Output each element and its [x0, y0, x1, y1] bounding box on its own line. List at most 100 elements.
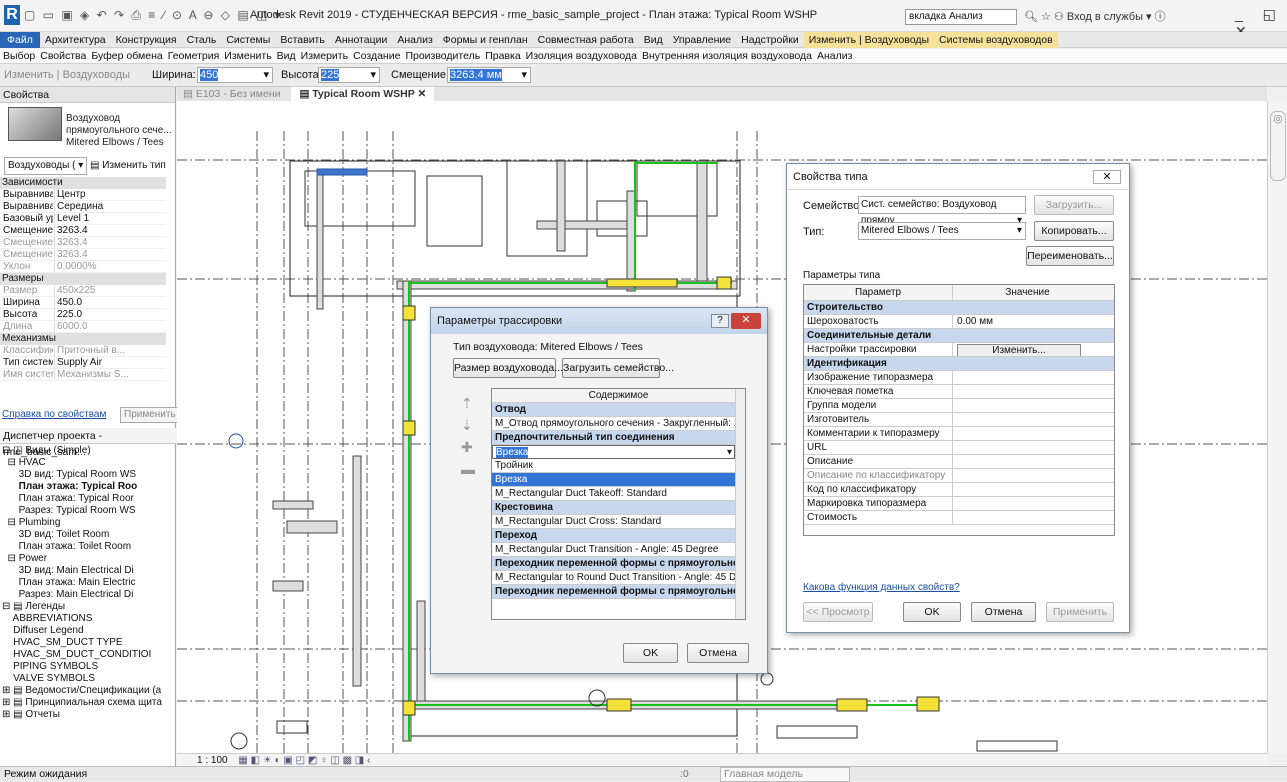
- type-param-row[interactable]: Описание: [804, 455, 1114, 469]
- duct-sizes-button[interactable]: Размер воздуховода...: [453, 358, 563, 378]
- add-row-icon[interactable]: ✚: [461, 436, 475, 458]
- type-param-row[interactable]: Стоимость: [804, 511, 1114, 525]
- dropdown-option[interactable]: Тройник: [492, 459, 735, 473]
- routing-ok-button[interactable]: OK: [623, 643, 678, 663]
- property-row[interactable]: Ширина 450.0: [0, 297, 166, 309]
- view-control-icons[interactable]: ▦ ◧ ☀ ◐ ▣ ◰ ◩ ♀ ◫ ▩ ◨ ‹: [238, 755, 370, 766]
- type-cancel-button[interactable]: Отмена: [971, 602, 1036, 622]
- ribbon-tab-4[interactable]: Системы: [221, 32, 275, 48]
- type-param-row[interactable]: Описание по классификатору: [804, 469, 1114, 483]
- browser-item[interactable]: PIPING SYMBOLS: [2, 661, 164, 673]
- type-param-value[interactable]: [952, 399, 1082, 412]
- type-param-value[interactable]: [952, 455, 1082, 468]
- ribbon-panel-3[interactable]: Геометрия: [168, 50, 220, 62]
- browser-item[interactable]: 3D вид: Main Electrical Di: [2, 565, 164, 577]
- property-value[interactable]: Level 1: [54, 213, 148, 224]
- ribbon-tab-10[interactable]: Вид: [639, 32, 668, 48]
- ribbon-tab-5[interactable]: Вставить: [275, 32, 330, 48]
- type-param-row[interactable]: Код по классификатору: [804, 483, 1114, 497]
- steering-wheel-icon[interactable]: ◎: [1270, 111, 1286, 181]
- browser-item[interactable]: ⊞ ▤ Принципиальная схема щита: [2, 697, 164, 709]
- property-row[interactable]: Классификац...Приточный в...: [0, 345, 166, 357]
- type-param-value[interactable]: [952, 511, 1082, 524]
- help-icon[interactable]: ⓘ: [1155, 11, 1166, 23]
- help-search-input[interactable]: вкладка Анализ: [905, 9, 1017, 25]
- dropdown-arrow-icon[interactable]: ▾: [727, 446, 732, 458]
- ribbon-panel-9[interactable]: Правка: [485, 50, 520, 62]
- delete-row-icon[interactable]: ▬: [461, 458, 475, 480]
- family-select[interactable]: Сист. семейство: Воздуховод прямоу ▾: [858, 196, 1026, 226]
- help-icon[interactable]: ?: [711, 314, 729, 328]
- browser-item[interactable]: 3D вид: Toilet Room: [2, 529, 164, 541]
- properties-help-link[interactable]: Справка по свойствам: [2, 409, 106, 420]
- browser-item[interactable]: 3D вид: Typical Room WS: [2, 469, 164, 481]
- copy-button[interactable]: Копировать...: [1034, 221, 1114, 241]
- properties-section[interactable]: Зависимости: [0, 177, 166, 189]
- type-param-value[interactable]: 0.00 мм: [952, 315, 1082, 328]
- type-param-row[interactable]: Маркировка типоразмера: [804, 497, 1114, 511]
- property-row[interactable]: Базовый уро...Level 1: [0, 213, 166, 225]
- browser-item[interactable]: Diffuser Legend: [2, 625, 164, 637]
- revit-logo[interactable]: R: [4, 5, 20, 25]
- browser-item[interactable]: HVAC_SM_DUCT_CONDITIOI: [2, 649, 164, 661]
- tab-e103[interactable]: ▤ E103 - Без имени: [177, 87, 289, 101]
- ribbon-panel-1[interactable]: Свойства: [40, 50, 86, 62]
- move-up-icon[interactable]: ⇡: [461, 392, 475, 414]
- browser-item[interactable]: План этажа: Toilet Room: [2, 541, 164, 553]
- type-param-value[interactable]: [952, 371, 1082, 384]
- property-row[interactable]: Длина 6000.0: [0, 321, 166, 333]
- ribbon-tab-14[interactable]: Системы воздуховодов: [934, 32, 1058, 48]
- ribbon-tab-7[interactable]: Анализ: [392, 32, 437, 48]
- property-value[interactable]: 0.0000%: [54, 261, 148, 272]
- browser-item[interactable]: VALVE SYMBOLS: [2, 673, 164, 685]
- browser-item[interactable]: ⊟ ◫ Виды (Simple): [2, 445, 164, 457]
- property-row[interactable]: Смещение в ...3263.4: [0, 237, 166, 249]
- routing-value-row[interactable]: M_Отвод прямоугольного сечения - Закругл…: [492, 417, 735, 431]
- routing-value-row[interactable]: M_Rectangular to Round Duct Transition -…: [492, 571, 735, 585]
- signin-link[interactable]: Вход в службы: [1067, 11, 1143, 23]
- type-param-value[interactable]: [952, 385, 1082, 398]
- tab-typical-room[interactable]: ▤ Typical Room WSHP ✕: [291, 87, 435, 101]
- type-select[interactable]: Mitered Elbows / Tees ▾: [858, 222, 1026, 240]
- property-row[interactable]: Высота 225.0: [0, 309, 166, 321]
- ribbon-panel-0[interactable]: Выбор: [3, 50, 35, 62]
- height-select[interactable]: 225 ▾: [318, 67, 380, 83]
- ribbon-panel-8[interactable]: Производитель: [405, 50, 480, 62]
- family-selector[interactable]: Воздуховод прямоугольного сече... Mitere…: [66, 113, 172, 149]
- property-value[interactable]: 6000.0: [54, 321, 148, 332]
- ribbon-panel-12[interactable]: Анализ: [817, 50, 852, 62]
- ribbon-panel-7[interactable]: Создание: [353, 50, 400, 62]
- load-button[interactable]: Загрузить...: [1034, 195, 1114, 215]
- binoculars-icon[interactable]: 🔍︎: [1024, 11, 1038, 23]
- type-param-value[interactable]: Изменить...: [952, 343, 1082, 356]
- browser-item[interactable]: Разрез: Typical Room WS: [2, 505, 164, 517]
- property-value[interactable]: 3263.4: [54, 237, 148, 248]
- browser-item[interactable]: ⊟ ▤ Легенды: [2, 601, 164, 613]
- property-value[interactable]: 225.0: [54, 309, 148, 320]
- ribbon-panel-5[interactable]: Вид: [277, 50, 296, 62]
- property-value[interactable]: 450x225: [54, 285, 148, 296]
- move-down-icon[interactable]: ⇣: [461, 414, 475, 436]
- apply-button[interactable]: Применить: [120, 407, 180, 423]
- close-icon[interactable]: ✕: [731, 313, 761, 329]
- close-icon[interactable]: ✕: [1093, 170, 1121, 184]
- property-value[interactable]: Приточный в...: [54, 345, 148, 356]
- property-row[interactable]: Смещение 3263.4: [0, 225, 166, 237]
- property-value[interactable]: Центр: [54, 189, 148, 200]
- routing-value-row[interactable]: M_Rectangular Duct Takeoff: Standard: [492, 487, 735, 501]
- preview-button[interactable]: << Просмотр: [803, 602, 873, 622]
- type-param-row[interactable]: Шероховатость 0.00 мм: [804, 315, 1114, 329]
- type-param-row[interactable]: Настройки трассировки Изменить...: [804, 343, 1114, 357]
- property-value[interactable]: 3263.4: [54, 249, 148, 260]
- type-apply-button[interactable]: Применить: [1046, 602, 1114, 622]
- type-param-row[interactable]: Ключевая пометка: [804, 385, 1114, 399]
- browser-item[interactable]: ⊞ ▤ Ведомости/Спецификации (а: [2, 685, 164, 697]
- property-row[interactable]: Имя системыМеханизмы S...: [0, 369, 166, 381]
- property-value[interactable]: 450.0: [54, 297, 148, 308]
- active-model-select[interactable]: Главная модель: [720, 767, 850, 782]
- type-param-value[interactable]: [952, 427, 1082, 440]
- property-row[interactable]: Размер 450x225: [0, 285, 166, 297]
- ribbon-panel-10[interactable]: Изоляция воздуховода: [526, 50, 637, 62]
- filter-select[interactable]: Воздуховоды ( ▾: [4, 157, 88, 175]
- ribbon-tab-1[interactable]: Архитектура: [40, 32, 111, 48]
